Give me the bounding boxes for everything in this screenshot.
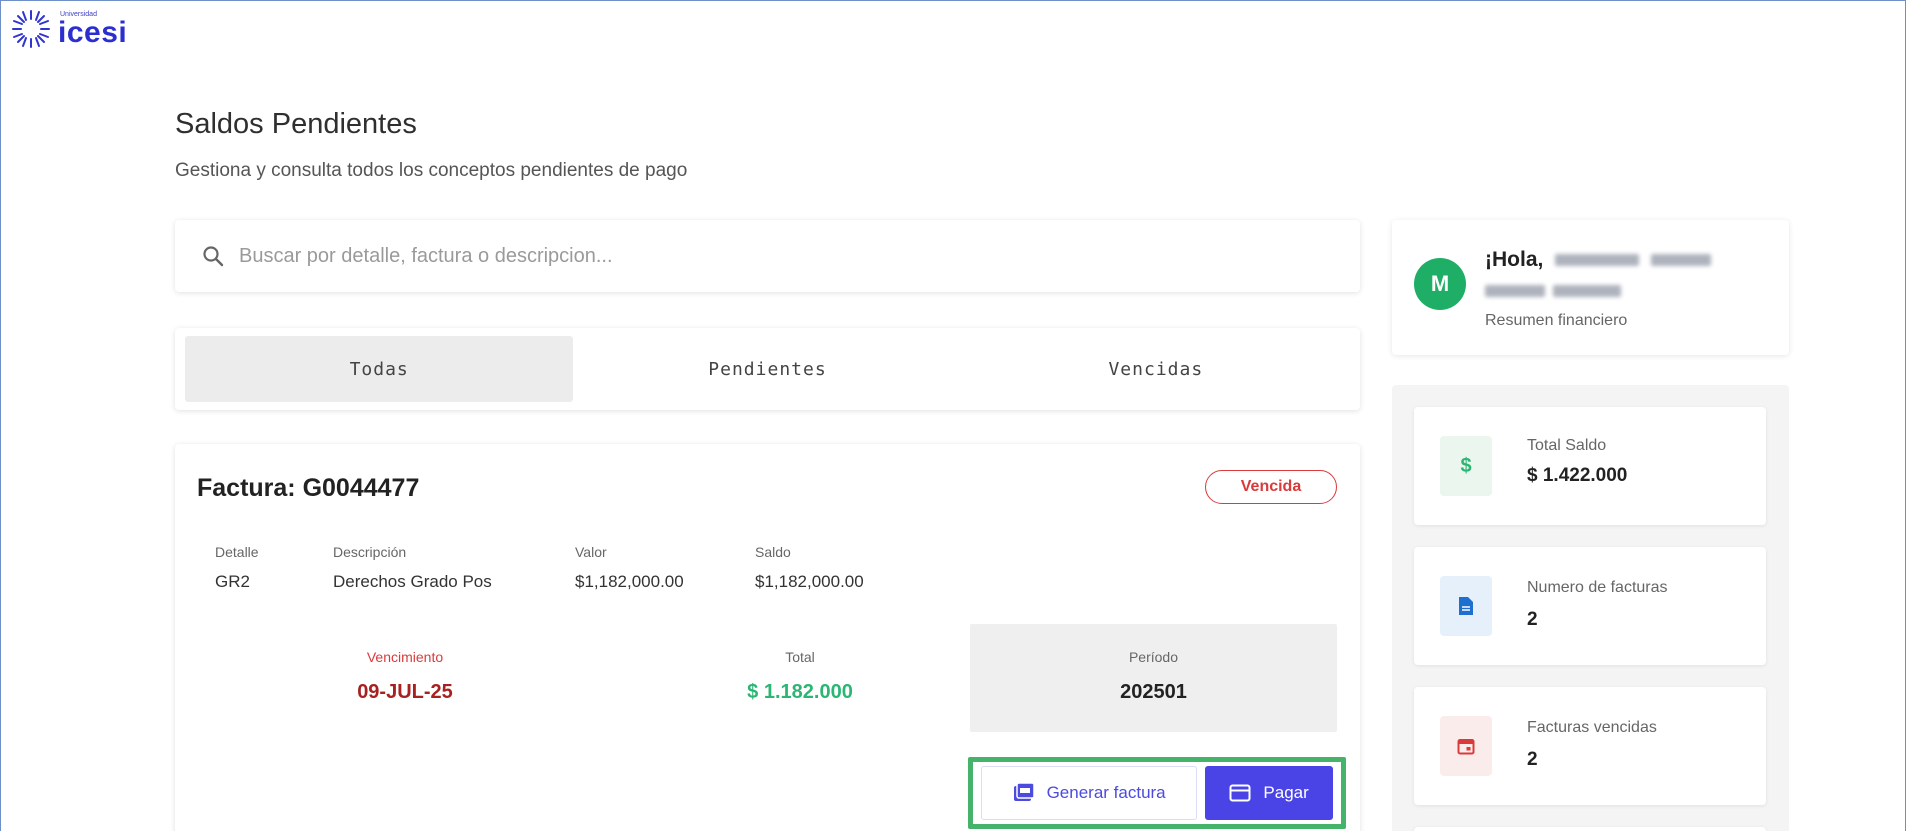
stat-value: 2 (1527, 609, 1538, 630)
tab-vencidas[interactable]: Vencidas (962, 336, 1350, 402)
invoice-icon (1013, 782, 1035, 801)
description-header: Descripción (333, 544, 407, 560)
stat-value: 2 (1527, 749, 1538, 770)
balance-header: Saldo (755, 544, 791, 560)
detail-value: GR2 (215, 572, 250, 591)
total-block: Total $ 1.182.000 (680, 649, 920, 704)
dollar-icon: $ (1440, 436, 1492, 496)
redacted-name (1651, 254, 1712, 267)
credit-card-icon (1229, 784, 1251, 802)
greeting-text: ¡Hola, (1485, 248, 1544, 271)
calendar-icon (1440, 716, 1492, 776)
redacted-name (1555, 254, 1640, 267)
tab-todas[interactable]: Todas (185, 336, 574, 402)
value-column: Valor $1,182,000.00 (575, 544, 684, 592)
page-title: Saldos Pendientes (175, 108, 417, 140)
avatar[interactable]: M (1414, 258, 1466, 310)
redacted-surname (1485, 282, 1622, 300)
invoice-title: Factura: G0044477 (197, 474, 420, 502)
status-badge: Vencida (1205, 470, 1337, 504)
page-subtitle: Gestiona y consulta todos los conceptos … (175, 160, 688, 181)
balance-column: Saldo $1,182,000.00 (755, 544, 864, 592)
due-date-value: 09-JUL-25 (357, 681, 453, 703)
period-value: 202501 (1120, 681, 1187, 703)
icesi-logo[interactable]: Universidad icesi (10, 8, 127, 50)
filter-tabs: Todas Pendientes Vencidas (175, 328, 1360, 410)
tab-pendientes[interactable]: Pendientes (573, 336, 961, 402)
sunburst-logo-icon (12, 10, 50, 48)
stat-invoice-count: Numero de facturas 2 (1414, 547, 1766, 665)
search-icon (203, 246, 224, 267)
balance-value: $1,182,000.00 (755, 572, 864, 591)
search-input[interactable] (239, 244, 1289, 268)
period-block: Período 202501 (970, 649, 1337, 704)
value-value: $1,182,000.00 (575, 572, 684, 591)
stat-value: $ 1.422.000 (1527, 465, 1628, 486)
pay-button[interactable]: Pagar (1205, 766, 1333, 820)
value-header: Valor (575, 544, 607, 560)
profile-subtitle: Resumen financiero (1485, 312, 1628, 329)
period-label: Período (1128, 649, 1179, 665)
description-value: Derechos Grado Pos (333, 572, 492, 591)
stats-panel: $ Total Saldo $ 1.422.000 Numero de fact… (1392, 385, 1789, 831)
stat-total-balance: $ Total Saldo $ 1.422.000 (1414, 407, 1766, 525)
stat-label: Numero de facturas (1527, 579, 1668, 596)
document-icon (1440, 576, 1492, 636)
profile-card: M ¡Hola, Resumen financiero (1392, 220, 1789, 355)
logo-wordmark: icesi (58, 15, 128, 49)
actions-highlight: Generar factura Pagar (968, 757, 1346, 829)
greeting: ¡Hola, (1485, 248, 1712, 272)
description-column: Descripción Derechos Grado Pos (333, 544, 492, 592)
total-value: $ 1.182.000 (747, 681, 853, 703)
stat-overdue-invoices: Facturas vencidas 2 (1414, 687, 1766, 805)
search-bar (175, 220, 1360, 292)
stat-label: Facturas vencidas (1527, 719, 1657, 736)
detail-column: Detalle GR2 (215, 544, 259, 592)
due-date-label: Vencimiento (366, 649, 444, 665)
detail-header: Detalle (215, 544, 259, 560)
invoice-card: Factura: G0044477 Vencida Detalle GR2 De… (175, 444, 1360, 831)
stat-card-partial (1414, 827, 1766, 831)
pay-label: Pagar (1263, 783, 1309, 802)
generate-invoice-label: Generar factura (1046, 783, 1166, 802)
generate-invoice-button[interactable]: Generar factura (981, 766, 1198, 820)
stat-label: Total Saldo (1527, 437, 1607, 454)
total-label: Total (785, 649, 815, 665)
due-date-block: Vencimiento 09-JUL-25 (295, 649, 515, 704)
